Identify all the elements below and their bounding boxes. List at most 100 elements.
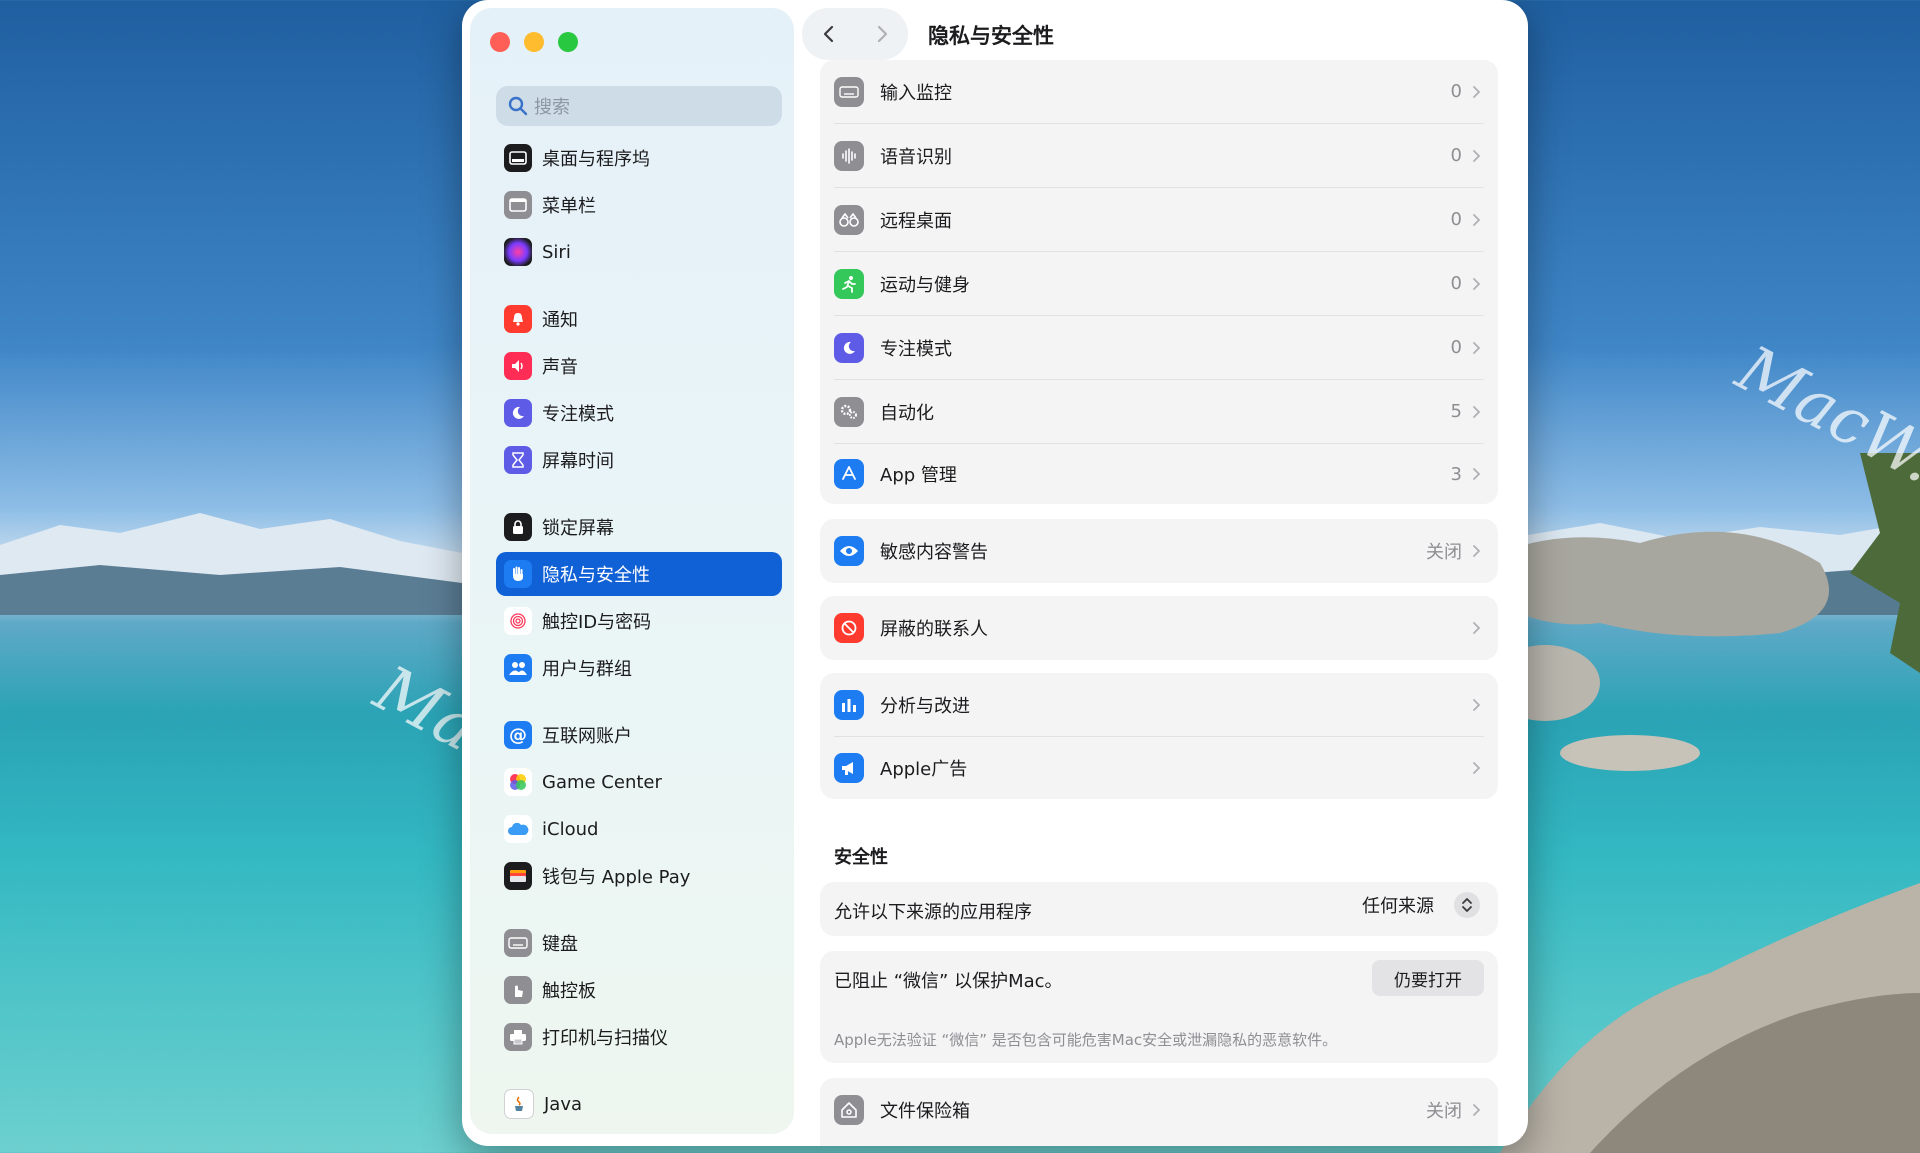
- lock-icon: [504, 513, 532, 541]
- speaker-icon: [504, 352, 532, 380]
- waveform-icon: [834, 140, 864, 171]
- moon-icon: [504, 399, 532, 427]
- chevron-right-icon: [1473, 468, 1481, 480]
- sensitive-content-card: 敏感内容警告 关闭: [820, 519, 1498, 583]
- sidebar-item-desktop-dock[interactable]: 桌面与程序坞: [496, 136, 782, 180]
- search-placeholder: 搜索: [534, 97, 570, 118]
- sidebar-item-notifications[interactable]: 通知: [496, 297, 782, 341]
- allow-apps-card: 允许以下来源的应用程序 任何来源: [820, 882, 1498, 936]
- privacy-row-speech-recognition[interactable]: 语音识别 0: [820, 124, 1498, 187]
- security-row-filevault[interactable]: 文件保险箱 关闭: [820, 1078, 1498, 1142]
- sidebar-item-game-center[interactable]: Game Center: [496, 760, 782, 804]
- privacy-row-motion-fitness[interactable]: 运动与健身 0: [820, 252, 1498, 315]
- eye-warning-icon: [834, 536, 864, 566]
- sidebar-item-internet-accounts[interactable]: @ 互联网账户: [496, 713, 782, 757]
- blocked-icon: [834, 613, 864, 643]
- sidebar-item-lock-screen[interactable]: 锁定屏幕: [496, 505, 782, 549]
- sidebar-item-privacy-security[interactable]: 隐私与安全性: [496, 552, 782, 596]
- navigation-buttons: [802, 8, 908, 60]
- java-icon: [504, 1089, 534, 1119]
- chevron-right-icon: [1473, 277, 1481, 290]
- page-title: 隐私与安全性: [928, 24, 1054, 48]
- moon-icon: [834, 332, 864, 363]
- printer-icon: [504, 1023, 532, 1051]
- sidebar-item-keyboard[interactable]: 键盘: [496, 921, 782, 965]
- chevron-right-icon: [1473, 85, 1481, 98]
- binoculars-icon: [834, 204, 864, 235]
- sidebar-item-wallet[interactable]: 钱包与 Apple Pay: [496, 854, 782, 898]
- close-button[interactable]: [490, 32, 510, 52]
- privacy-row-apple-ads[interactable]: Apple广告: [820, 737, 1498, 799]
- menubar-icon: [504, 191, 532, 219]
- chevron-right-icon: [1473, 545, 1481, 557]
- chevron-right-icon: [1473, 698, 1481, 711]
- chevron-updown-icon: [1454, 892, 1480, 918]
- users-icon: [504, 654, 532, 682]
- blocked-app-card: 已阻止 “微信” 以保护Mac。 仍要打开 Apple无法验证 “微信” 是否包…: [820, 951, 1498, 1063]
- blocked-app-message: 已阻止 “微信” 以保护Mac。: [834, 971, 1063, 992]
- privacy-row-sensitive-content[interactable]: 敏感内容警告 关闭: [820, 519, 1498, 583]
- chevron-right-icon: [1473, 405, 1481, 418]
- row-value: 3: [1450, 463, 1462, 485]
- privacy-row-input-monitoring[interactable]: 输入监控 0: [820, 60, 1498, 123]
- sidebar-item-trackpad[interactable]: 触控板: [496, 968, 782, 1012]
- sidebar-item-touch-id[interactable]: 触控ID与密码: [496, 599, 782, 643]
- hand-icon: [504, 560, 532, 588]
- sidebar-item-printers[interactable]: 打印机与扫描仪: [496, 1015, 782, 1059]
- filevault-card: 文件保险箱 关闭: [820, 1078, 1498, 1146]
- back-button[interactable]: [821, 24, 837, 44]
- chevron-right-icon: [1473, 762, 1481, 774]
- gears-icon: [834, 396, 864, 427]
- sidebar-item-focus[interactable]: 专注模式: [496, 391, 782, 435]
- privacy-row-app-management[interactable]: App 管理 3: [820, 444, 1498, 504]
- minimize-button[interactable]: [524, 32, 544, 52]
- zoom-button[interactable]: [558, 32, 578, 52]
- privacy-row-automation[interactable]: 自动化 5: [820, 380, 1498, 443]
- sidebar-item-screen-time[interactable]: 屏幕时间: [496, 438, 782, 482]
- open-anyway-button[interactable]: 仍要打开: [1372, 960, 1484, 996]
- sidebar-item-java[interactable]: Java: [496, 1082, 782, 1126]
- search-icon: [508, 96, 528, 116]
- settings-window: 搜索 桌面与程序坞 菜单栏 Siri 通知 声音 专注模式 屏幕时间 锁定屏幕 …: [462, 0, 1528, 1146]
- privacy-row-analytics[interactable]: 分析与改进: [820, 673, 1498, 736]
- sidebar: 搜索 桌面与程序坞 菜单栏 Siri 通知 声音 专注模式 屏幕时间 锁定屏幕 …: [470, 8, 794, 1134]
- house-lock-icon: [834, 1095, 864, 1125]
- wallet-icon: [504, 862, 532, 890]
- keyboard-icon: [504, 929, 532, 957]
- allow-apps-popup[interactable]: 任何来源: [1362, 892, 1480, 918]
- siri-icon: [504, 238, 532, 266]
- keyboard-icon: [834, 76, 864, 107]
- privacy-row-blocked-contacts[interactable]: 屏蔽的联系人: [820, 596, 1498, 660]
- cloud-icon: [504, 815, 532, 843]
- sidebar-item-users-groups[interactable]: 用户与群组: [496, 646, 782, 690]
- sidebar-item-sound[interactable]: 声音: [496, 344, 782, 388]
- row-value: 0: [1450, 145, 1462, 166]
- chevron-right-icon: [1473, 213, 1481, 226]
- chevron-right-icon: [1473, 149, 1481, 162]
- row-value: 关闭: [1426, 542, 1462, 563]
- sidebar-item-siri[interactable]: Siri: [496, 230, 782, 274]
- row-value: 0: [1450, 337, 1462, 358]
- privacy-row-remote-desktop[interactable]: 远程桌面 0: [820, 188, 1498, 251]
- chevron-right-icon: [1473, 622, 1481, 634]
- privacy-row-focus[interactable]: 专注模式 0: [820, 316, 1498, 379]
- bar-chart-icon: [834, 689, 864, 720]
- row-value: 0: [1450, 81, 1462, 102]
- blocked-app-note: Apple无法验证 “微信” 是否包含可能危害Mac安全或泄漏隐私的恶意软件。: [834, 1031, 1338, 1049]
- chevron-right-icon: [1473, 341, 1481, 354]
- privacy-list: 输入监控 0 语音识别 0 远程桌面 0 运动与健身 0 专注模式 0 自动化 …: [820, 60, 1498, 504]
- megaphone-icon: [834, 753, 864, 783]
- dock-icon: [504, 144, 532, 172]
- analytics-ads-card: 分析与改进 Apple广告: [820, 673, 1498, 799]
- bell-icon: [504, 305, 532, 333]
- blocked-contacts-card: 屏蔽的联系人: [820, 596, 1498, 660]
- hourglass-icon: [504, 446, 532, 474]
- at-icon: @: [504, 721, 532, 749]
- sidebar-item-menubar[interactable]: 菜单栏: [496, 183, 782, 227]
- forward-button[interactable]: [874, 24, 890, 44]
- row-value: 5: [1450, 401, 1462, 422]
- row-value: 0: [1450, 273, 1462, 294]
- search-input[interactable]: 搜索: [496, 86, 782, 126]
- app-store-icon: [834, 459, 864, 489]
- sidebar-item-icloud[interactable]: iCloud: [496, 807, 782, 851]
